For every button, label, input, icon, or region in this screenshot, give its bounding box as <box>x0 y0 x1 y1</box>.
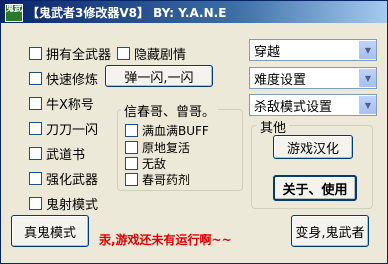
select-value: 穿越 <box>254 44 281 60</box>
game-localize-button[interactable]: 游戏汉化 <box>273 135 353 159</box>
checkbox-box[interactable] <box>29 197 42 210</box>
checkbox-martial-book[interactable]: 武道书 <box>29 144 85 163</box>
checkbox-box[interactable] <box>29 122 42 135</box>
checkbox-box[interactable] <box>29 147 42 160</box>
flash-button[interactable]: 弹一闪,一闪 <box>105 65 213 87</box>
checkbox-label: 无敌 <box>142 157 167 171</box>
checkbox-box[interactable] <box>29 72 42 85</box>
checkbox-full-hp[interactable]: 满血满BUFF <box>125 122 209 139</box>
checkbox-every-slash[interactable]: 刀刀一闪 <box>29 119 98 138</box>
checkbox-label: 刀刀一闪 <box>46 123 99 138</box>
checkbox-demon-shoot[interactable]: 鬼射模式 <box>29 194 98 213</box>
checkbox-box[interactable] <box>117 47 130 60</box>
checkbox-label: 武道书 <box>46 148 86 163</box>
checkbox-label: 满血满BUFF <box>142 124 209 138</box>
checkbox-invincible[interactable]: 无敌 <box>125 155 166 172</box>
checkbox-box[interactable] <box>29 97 42 110</box>
select-value: 杀敌模式设置 <box>254 99 333 115</box>
checkbox-label: 春哥药剂 <box>142 173 191 187</box>
checkbox-box[interactable] <box>125 173 138 186</box>
about-button[interactable]: 关于、使用 <box>273 175 357 201</box>
checkbox-box[interactable] <box>29 172 42 185</box>
warp-select[interactable]: 穿越 ▼ <box>249 39 377 61</box>
status-text: 汞,游戏还未有运行啊~~ <box>99 233 232 247</box>
checkbox-label: 鬼射模式 <box>46 198 99 213</box>
checkbox-label: 拥有全武器 <box>46 48 112 63</box>
checkbox-fast-training[interactable]: 快速修炼 <box>29 69 98 88</box>
group-believe-title: 信春哥、曾哥。 <box>121 101 219 120</box>
difficulty-select[interactable]: 难度设置 ▼ <box>249 67 377 89</box>
transform-button[interactable]: 变身,鬼武者 <box>291 215 369 247</box>
checkbox-upgrade-weapon[interactable]: 强化武器 <box>29 169 98 188</box>
checkbox-box[interactable] <box>125 157 138 170</box>
checkbox-potion[interactable]: 春哥药剂 <box>125 171 190 188</box>
true-demon-button[interactable]: 真鬼模式 <box>11 215 89 247</box>
main-window: 鬼武 【鬼武者3修改器V8】 BY: Y.A.N.E 拥有全武器 快速修炼 牛X… <box>0 0 388 264</box>
checkbox-title[interactable]: 牛X称号 <box>29 94 94 113</box>
checkbox-revive[interactable]: 原地复活 <box>125 139 190 156</box>
select-value: 难度设置 <box>254 72 307 88</box>
checkbox-all-weapons[interactable]: 拥有全武器 <box>29 44 111 63</box>
checkbox-label: 快速修炼 <box>46 73 99 88</box>
checkbox-label: 原地复活 <box>142 141 191 155</box>
checkbox-box[interactable] <box>29 47 42 60</box>
chevron-down-icon[interactable]: ▼ <box>359 96 376 114</box>
app-icon: 鬼武 <box>5 4 23 22</box>
title-bar[interactable]: 鬼武 【鬼武者3修改器V8】 BY: Y.A.N.E <box>1 1 387 23</box>
checkbox-label: 牛X称号 <box>46 98 94 113</box>
chevron-down-icon[interactable]: ▼ <box>359 69 376 87</box>
checkbox-label: 强化武器 <box>46 173 99 188</box>
chevron-down-icon[interactable]: ▼ <box>359 41 376 59</box>
checkbox-box[interactable] <box>125 141 138 154</box>
group-other-title: 其他 <box>257 117 290 136</box>
checkbox-label: 隐藏剧情 <box>134 48 187 63</box>
checkbox-box[interactable] <box>125 124 138 137</box>
window-title: 【鬼武者3修改器V8】 BY: Y.A.N.E <box>27 6 227 20</box>
checkbox-hide-plot[interactable]: 隐藏剧情 <box>117 44 186 63</box>
kill-mode-select[interactable]: 杀敌模式设置 ▼ <box>249 94 377 116</box>
